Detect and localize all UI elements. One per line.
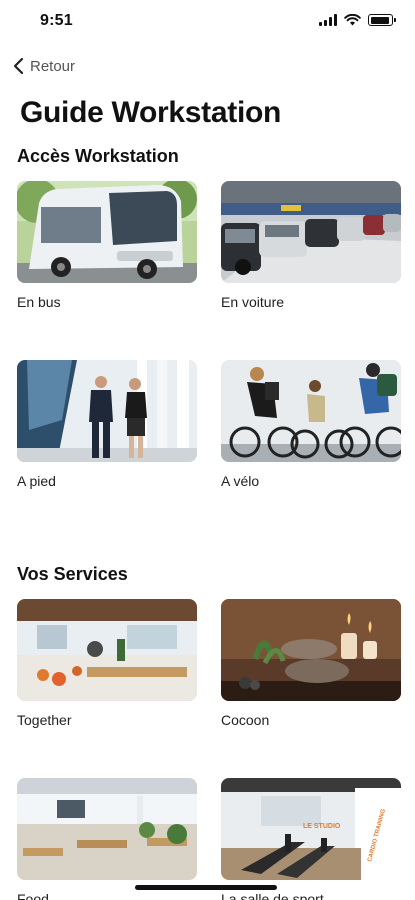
card-together[interactable]: Together (17, 599, 197, 728)
status-bar: 9:51 (0, 0, 415, 44)
bus-photo (17, 181, 197, 283)
card-cocoon[interactable]: Cocoon (221, 599, 401, 728)
food-hall-photo (17, 778, 197, 880)
page-title: Guide Workstation (20, 96, 282, 129)
walking-photo (17, 360, 197, 462)
back-label: Retour (30, 57, 76, 75)
spa-photo (221, 599, 401, 701)
card-label: A pied (17, 473, 56, 489)
card-en-bus[interactable]: En bus (17, 181, 197, 310)
card-label: La salle de sport (221, 891, 324, 900)
card-label: Food (17, 891, 49, 900)
card-food[interactable]: Food (17, 778, 197, 900)
status-time: 9:51 (40, 12, 73, 29)
card-en-voiture[interactable]: En voiture (221, 181, 401, 310)
card-label: Together (17, 712, 72, 728)
card-label: A vélo (221, 473, 260, 489)
card-salle-de-sport[interactable]: LE STUDIO CARDIO TRAINING La salle de sp… (221, 778, 401, 900)
card-a-velo[interactable]: A vélo (221, 360, 401, 489)
back-button[interactable]: Retour (12, 56, 75, 76)
card-label: Cocoon (221, 712, 270, 728)
status-icons (319, 14, 396, 26)
wifi-icon (344, 14, 361, 26)
cycling-photo (221, 360, 401, 462)
cellular-signal-icon (319, 14, 337, 26)
section-title-services: Vos Services (17, 564, 128, 584)
chevron-left-icon (13, 57, 24, 75)
gym-photo: LE STUDIO CARDIO TRAINING (221, 778, 401, 880)
card-a-pied[interactable]: A pied (17, 360, 197, 489)
parking-photo (221, 181, 401, 283)
home-indicator[interactable] (135, 885, 277, 890)
card-label: En voiture (221, 294, 285, 310)
battery-icon (368, 14, 396, 26)
svg-text:LE STUDIO: LE STUDIO (303, 823, 341, 830)
card-label: En bus (17, 294, 61, 310)
section-title-acces: Accès Workstation (17, 146, 179, 166)
together-photo (17, 599, 197, 701)
